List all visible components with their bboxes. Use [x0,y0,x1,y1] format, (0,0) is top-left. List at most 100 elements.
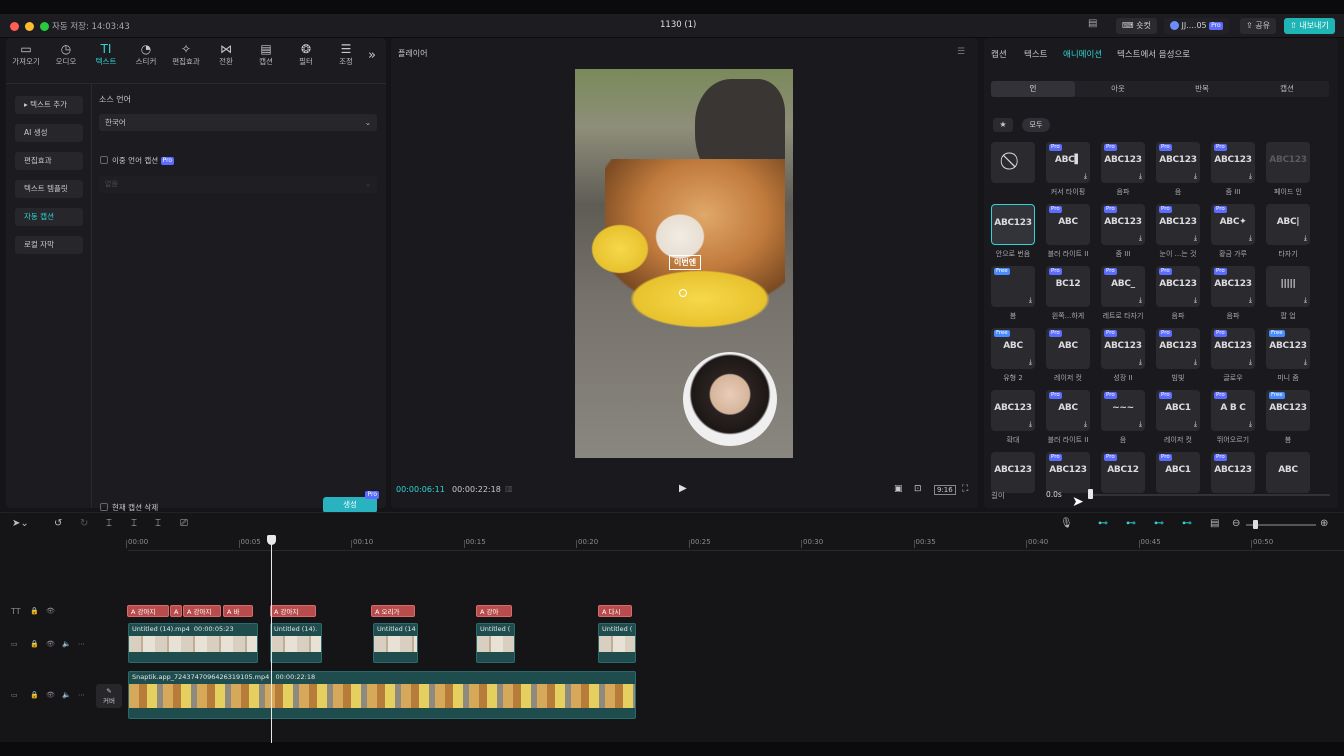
download-icon[interactable]: ⤓ [1304,358,1307,367]
animation-tile[interactable]: ABC123 [1266,142,1310,183]
download-icon[interactable]: ⤓ [1084,420,1087,429]
magnet-icon[interactable]: ⊷ [1126,518,1136,529]
caption-overlay[interactable]: 이번엔 [669,255,702,270]
bilingual-checkbox[interactable] [100,156,108,164]
cover-button[interactable]: ✎ 커버 [96,684,122,708]
fit-icon[interactable]: ⊡ [914,484,922,494]
video-clip[interactable]: Untitled (14 [373,623,418,663]
tool-import[interactable]: ▭ 가져오기 [8,42,44,67]
delete-icon[interactable]: ⎚ [180,518,188,529]
text-clip[interactable]: A 다시 [598,605,632,617]
download-icon[interactable]: ⤓ [1194,296,1197,305]
text-clip[interactable]: A 강아 [476,605,512,617]
animation-tile[interactable]: A B C Pro ⤓ [1211,390,1255,431]
more-icon[interactable]: ⋯ [78,691,85,699]
tool-adjust[interactable]: ☰ 조정 [328,42,364,67]
nav-ai-generate[interactable]: AI 생성 [15,124,83,142]
play-icon[interactable]: ▶ [679,483,687,494]
tool-filter[interactable]: ❂ 필터 [288,42,324,67]
animation-tile[interactable]: ~~~ Pro ⤓ [1101,390,1145,431]
user-menu[interactable]: JJ....05 Pro [1164,18,1229,34]
lock-icon[interactable]: 🔒 [30,691,39,699]
split-icon[interactable]: ⌶ [106,518,112,529]
tool-caption[interactable]: ▤ 캡션 [248,42,284,67]
nav-local-subtitle[interactable]: 로컬 자막 [15,236,83,254]
animation-tile[interactable]: ||||| ⤓ [1266,266,1310,307]
animation-tile[interactable]: ⃠ [991,142,1035,183]
fullscreen-icon[interactable]: ⛶ [962,484,968,494]
download-icon[interactable]: ⤓ [1249,420,1252,429]
text-clip[interactable]: A 강아지 [270,605,316,617]
animation-tile[interactable]: ABC12 Pro [1101,452,1145,493]
close-window-icon[interactable] [10,22,19,31]
download-icon[interactable]: ⤓ [1249,172,1252,181]
download-icon[interactable]: ⤓ [1084,172,1087,181]
mute-icon[interactable]: 🔈 [62,640,71,648]
source-language-select[interactable]: 한국어 ⌄ [99,114,377,131]
animation-tile[interactable]: ABC123 Pro ⤓ [1156,266,1200,307]
video-clip[interactable]: Untitled (14).mp4 00:00:05:23 [128,623,258,663]
download-icon[interactable]: ⤓ [1029,358,1032,367]
animation-tile[interactable]: ABC123 Pro [1046,452,1090,493]
lock-icon[interactable]: 🔒 [30,640,39,648]
nav-effects[interactable]: 편집효과 [15,152,83,170]
split-right-icon[interactable]: ⌶ [155,518,161,529]
animation-tile[interactable]: ABC123 Pro ⤓ [1211,266,1255,307]
video-preview[interactable]: 이번엔 [575,69,793,458]
microphone-icon[interactable]: 🎙 [1060,518,1073,529]
text-clip[interactable]: A 강아지 [183,605,221,617]
animation-tile[interactable]: ABC▌ Pro ⤓ [1046,142,1090,183]
animation-tile[interactable]: ABC| ⤓ [1266,204,1310,245]
animation-tile[interactable]: ABC [1266,452,1310,493]
download-icon[interactable]: ⤓ [1139,358,1142,367]
lock-icon[interactable]: 🔒 [30,607,39,615]
timeline-ruler[interactable]: 00:00 00:05 00:10 00:15 00:20 00:25 00:30 00:35… [126,535,1344,551]
mute-icon[interactable]: 🔈 [62,691,71,699]
animation-tile[interactable]: ABC123 Pro ⤓ [1101,204,1145,245]
animation-tile[interactable]: ABC123 Free [1266,390,1310,431]
animation-tile[interactable]: ABC_ Pro ⤓ [1101,266,1145,307]
length-slider-track[interactable] [1090,494,1330,496]
undo-icon[interactable]: ↺ [54,518,62,529]
animation-tile[interactable]: ABC123 Pro ⤓ [1156,204,1200,245]
video-clip[interactable]: Untitled ( [598,623,636,663]
zoom-in-icon[interactable]: ⊕ [1320,518,1328,529]
shortcut-button[interactable]: ⌨ 숏컷 [1116,18,1157,34]
animation-tile[interactable]: ABC123 Pro ⤓ [1211,328,1255,369]
tool-effects[interactable]: ✧ 편집효과 [168,42,204,67]
tool-audio[interactable]: ◷ 오디오 [48,42,84,67]
download-icon[interactable]: ⤓ [1304,234,1307,243]
playhead-handle[interactable] [267,535,276,545]
animation-tile[interactable]: ABC123 Pro [1211,452,1255,493]
tool-transition[interactable]: ⋈ 전환 [208,42,244,67]
tool-sticker[interactable]: ◔ 스티커 [128,42,164,67]
download-icon[interactable]: ⤓ [1194,420,1197,429]
length-slider-handle[interactable] [1088,489,1093,499]
animation-tile[interactable]: BC12 Pro [1046,266,1090,307]
eye-icon[interactable]: 👁 [46,607,55,615]
animation-tile[interactable]: ABC Pro [1046,328,1090,369]
download-icon[interactable]: ⤓ [1194,172,1197,181]
length-value[interactable]: 0.0s [1046,490,1062,499]
animation-tile[interactable]: ABC123 Pro ⤓ [1101,142,1145,183]
playhead[interactable] [271,535,272,743]
download-icon[interactable]: ⤓ [1194,358,1197,367]
select-tool-icon[interactable]: ➤⌄ [12,518,29,529]
video-clip[interactable]: Untitled (14). [270,623,322,663]
nav-auto-caption[interactable]: 자동 캡션 [15,208,83,226]
animation-tile[interactable]: Free ⤓ [991,266,1035,307]
download-icon[interactable]: ⤓ [1139,234,1142,243]
rotate-handle-icon[interactable] [679,289,687,297]
avatar-overlay[interactable] [683,352,777,446]
ratio-button[interactable]: 9:16 [934,485,956,495]
download-icon[interactable]: ⤓ [1029,296,1032,305]
text-clip[interactable]: A 오리가 [371,605,415,617]
animation-tile[interactable]: ABC1 Pro [1156,452,1200,493]
share-button[interactable]: ⇪ 공유 [1240,18,1276,34]
nav-text-template[interactable]: 텍스트 템플릿 [15,180,83,198]
animation-tile[interactable]: ABC123 Pro ⤓ [1211,142,1255,183]
animation-tile[interactable]: ABC123 Pro ⤓ [1101,328,1145,369]
export-button[interactable]: ⇧ 내보내기 [1284,18,1335,34]
redo-icon[interactable]: ↻ [80,518,88,529]
download-icon[interactable]: ⤓ [1139,172,1142,181]
